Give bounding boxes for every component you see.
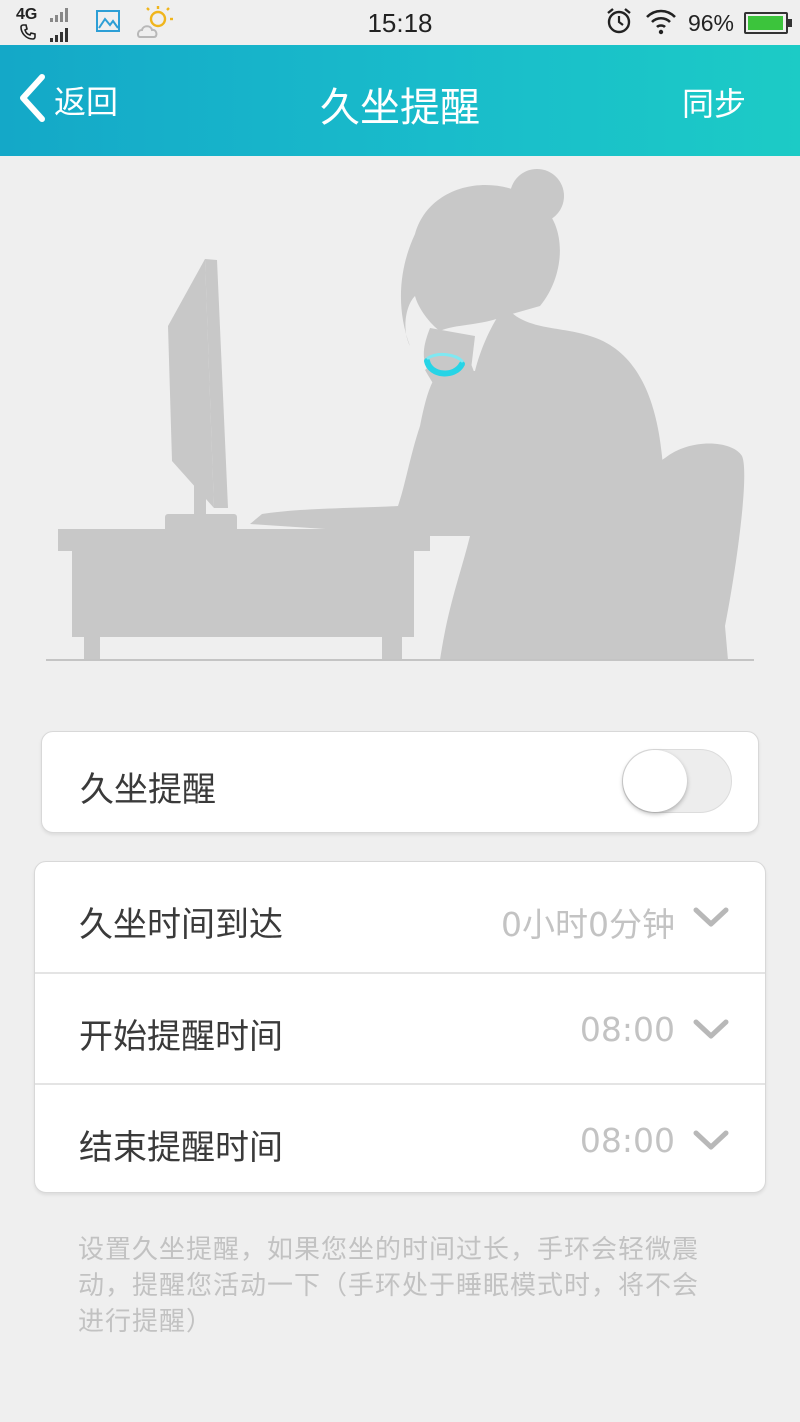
- desk-body: [72, 549, 414, 637]
- desk-leg-left: [84, 634, 100, 660]
- battery-fill: [748, 16, 783, 30]
- battery-icon: [744, 12, 792, 34]
- head: [400, 185, 560, 346]
- sync-button[interactable]: 同步: [682, 79, 746, 125]
- setting-value: 0小时0分钟: [501, 905, 675, 944]
- setting-label: 结束提醒时间: [79, 1128, 283, 1168]
- chevron-down-icon: [693, 1018, 729, 1044]
- sitting-illustration: [0, 156, 800, 686]
- wifi-icon: [644, 7, 678, 39]
- back-button[interactable]: 返回: [18, 73, 119, 127]
- desk-top: [58, 529, 430, 551]
- monitor-stand: [194, 476, 206, 518]
- setting-row-end-time[interactable]: 结束提醒时间 08:00: [35, 1083, 765, 1193]
- switch-knob: [623, 750, 687, 812]
- setting-value: 08:00: [579, 1010, 675, 1049]
- reminder-settings-card: 久坐时间到达 0小时0分钟 开始提醒时间 08:00 结束提醒时间 08:00: [34, 861, 766, 1193]
- alarm-icon: [604, 6, 634, 40]
- setting-row-start-time[interactable]: 开始提醒时间 08:00: [35, 972, 765, 1082]
- setting-value: 08:00: [579, 1121, 675, 1160]
- page-title: 久坐提醒: [320, 85, 480, 131]
- reminder-toggle-switch[interactable]: [622, 749, 732, 813]
- chevron-down-icon: [693, 1129, 729, 1155]
- chevron-left-icon: [18, 73, 46, 127]
- header-bar: 返回 久坐提醒 同步: [0, 45, 800, 156]
- reminder-toggle-card: 久坐提醒: [41, 731, 759, 833]
- setting-row-sit-duration[interactable]: 久坐时间到达 0小时0分钟: [35, 862, 765, 972]
- setting-label: 开始提醒时间: [79, 1017, 283, 1057]
- illustration-svg: [46, 169, 754, 661]
- status-right: 96%: [604, 6, 792, 40]
- desk-leg-right: [382, 634, 402, 660]
- chevron-down-icon: [693, 906, 729, 932]
- setting-label: 久坐时间到达: [79, 905, 283, 945]
- reminder-description: 设置久坐提醒，如果您坐的时间过长，手环会轻微震动，提醒您活动一下（手环处于睡眠模…: [78, 1235, 700, 1337]
- battery-percent: 96%: [687, 9, 734, 36]
- back-label: 返回: [54, 83, 119, 121]
- status-bar: 4G 15:18 96%: [0, 0, 800, 45]
- reminder-toggle-label: 久坐提醒: [80, 770, 216, 810]
